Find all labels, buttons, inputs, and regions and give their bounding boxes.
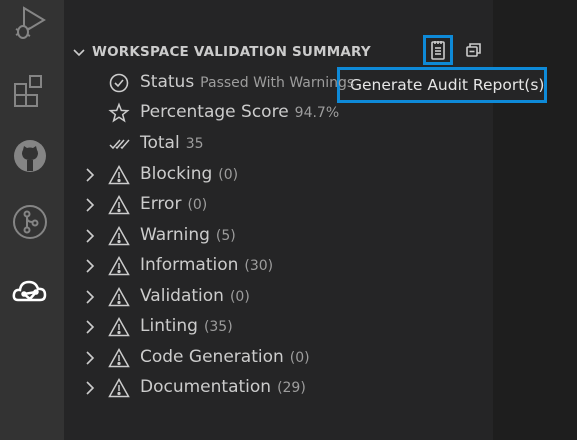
source-control-graph-icon[interactable] [10,202,50,242]
row-label: Linting [140,316,198,336]
chevron-right-icon[interactable] [83,289,97,305]
category-row-validation[interactable]: Validation (0) [64,284,493,310]
row-count: (0) [218,167,239,183]
collapse-all-button[interactable] [459,36,487,64]
warning-icon [108,316,130,338]
category-row-code-generation[interactable]: Code Generation (0) [64,345,493,371]
run-debug-icon[interactable] [10,2,50,42]
row-count: (5) [215,228,236,244]
category-row-linting[interactable]: Linting (35) [64,314,493,340]
cloud-icon[interactable] [10,272,50,312]
collapse-all-icon [466,43,481,57]
chevron-right-icon[interactable] [83,319,97,335]
check-circle-icon [108,72,130,94]
warning-icon [108,377,130,399]
panel-title: WORKSPACE VALIDATION SUMMARY [92,44,371,60]
chevron-right-icon[interactable] [83,380,97,396]
category-row-blocking[interactable]: Blocking (0) [64,162,493,188]
github-icon[interactable] [10,136,50,176]
editor-area [493,0,577,440]
row-label: Total [140,133,180,153]
chevron-right-icon[interactable] [83,197,97,213]
row-count: (0) [187,197,208,213]
row-label: Blocking [140,164,213,184]
row-label: Code Generation [140,347,284,367]
row-label: Error [140,194,182,214]
category-row-warning[interactable]: Warning (5) [64,223,493,249]
check-all-icon [108,133,130,155]
row-count: (35) [203,319,233,335]
chevron-right-icon[interactable] [83,350,97,366]
row-label: Warning [140,225,210,245]
row-value: Passed With Warnings [200,75,355,91]
warning-icon [108,255,130,277]
warning-icon [108,194,130,216]
star-icon [108,102,130,124]
row-count: (29) [277,380,306,396]
row-value: 35 [185,136,204,152]
warning-icon [108,225,130,247]
row-value: 94.7% [294,105,340,121]
row-count: (30) [244,258,274,274]
percentage-score-row[interactable]: Percentage Score 94.7% [64,100,493,126]
generate-audit-report-button[interactable] [423,35,453,65]
chevron-right-icon[interactable] [83,167,97,183]
row-label: Documentation [140,377,272,397]
category-row-documentation[interactable]: Documentation (29) [64,375,493,401]
warning-icon [108,164,130,186]
category-row-error[interactable]: Error (0) [64,192,493,218]
warning-icon [108,347,130,369]
report-icon [431,41,445,60]
chevron-down-icon[interactable] [72,46,86,60]
status-row[interactable]: Status Passed With Warnings [64,70,493,96]
row-count: (0) [289,350,310,366]
row-label: Percentage Score [140,102,289,122]
row-label: Status [140,72,195,92]
activity-bar [0,0,64,440]
chevron-right-icon[interactable] [83,258,97,274]
row-label: Validation [140,286,224,306]
warning-icon [108,286,130,308]
row-count: (0) [229,289,250,305]
row-label: Information [140,255,239,275]
category-row-information[interactable]: Information (30) [64,253,493,279]
chevron-right-icon[interactable] [83,228,97,244]
total-row[interactable]: Total 35 [64,131,493,157]
extensions-icon[interactable] [10,72,50,112]
